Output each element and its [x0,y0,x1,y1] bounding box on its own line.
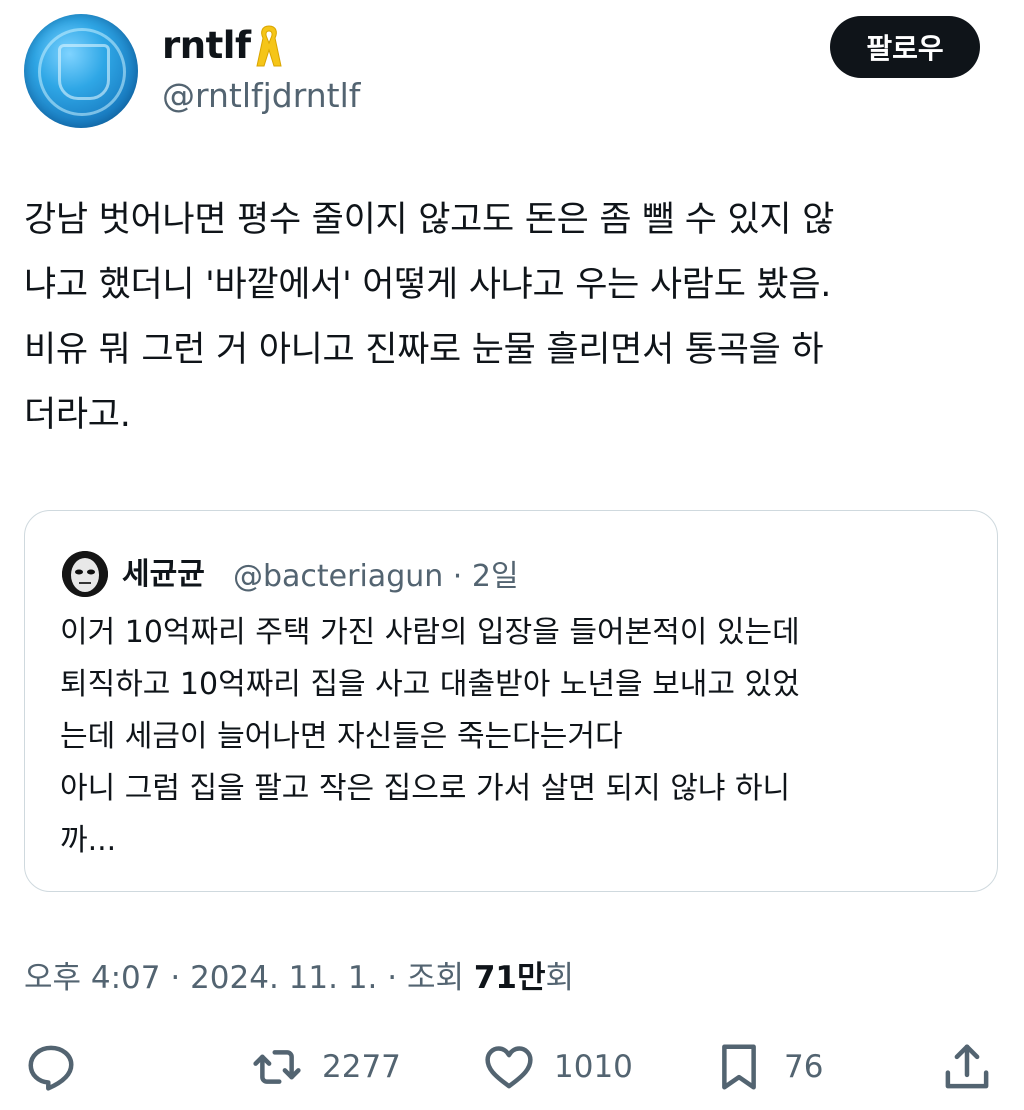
share-button[interactable] [940,1040,994,1094]
quote-tweet-card[interactable]: 세균균 @bacteriagun · 2일 이거 10억짜리 주택 가진 사람의… [24,510,998,892]
yellow-ribbon-icon [256,25,282,67]
tweet-text: 강남 벗어나면 평수 줄이지 않고도 돈은 좀 뺄 수 있지 않 냐고 했더니 … [24,200,835,435]
like-count: 1010 [554,1049,633,1085]
quote-author-handle-time: @bacteriagun · 2일 [233,559,519,594]
heart-icon [485,1046,533,1089]
bookmark-button[interactable]: 76 [712,1040,823,1094]
timestamp[interactable]: 오후 4:07 · 2024. 11. 1. · 조회 [24,960,474,996]
reply-button[interactable] [24,1040,78,1094]
author-display-name[interactable]: rntlf [162,24,251,67]
views-count: 71만 [473,960,546,996]
author-avatar[interactable] [24,14,138,128]
bookmark-count: 76 [784,1049,824,1085]
reply-icon [28,1045,74,1091]
like-button[interactable]: 1010 [482,1040,633,1094]
avatar-emblem [58,44,110,100]
retweet-icon [253,1050,301,1084]
views-suffix: 회 [545,960,575,996]
retweet-button[interactable]: 2277 [250,1040,401,1094]
share-icon [945,1044,989,1089]
author-handle[interactable]: @rntlfjdrntlf [162,76,360,115]
retweet-count: 2277 [322,1049,401,1085]
tweet-header: rntlf @rntlfjdrntlf 팔로우 [24,14,984,132]
bookmark-icon [722,1044,756,1090]
quote-author-name: 세균균 [122,557,205,592]
tweet-meta: 오후 4:07 · 2024. 11. 1. · 조회 71만회 [24,952,574,997]
quote-author-avatar [62,551,108,597]
action-bar: 2277 1010 76 [0,1030,1024,1110]
follow-button[interactable]: 팔로우 [830,16,980,78]
quote-tweet-text: 이거 10억짜리 주택 가진 사람의 입장을 들어본적이 있는데 퇴직하고 10… [60,615,800,858]
